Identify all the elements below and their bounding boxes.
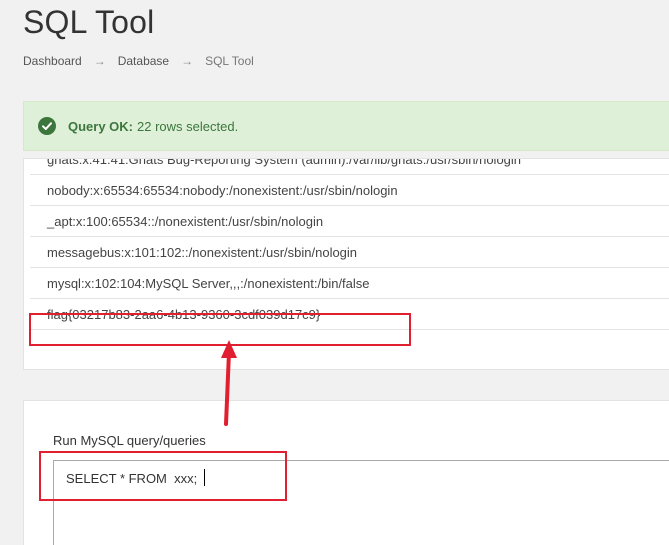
success-alert: Query OK: 22 rows selected. — [23, 101, 669, 151]
query-label: Run MySQL query/queries — [53, 433, 206, 448]
breadcrumb-database[interactable]: Database — [118, 54, 169, 68]
query-highlight-box — [39, 451, 287, 501]
check-circle-icon — [38, 117, 56, 135]
alert-status: Query OK: — [68, 118, 134, 134]
breadcrumb: Dashboard → Database → SQL Tool — [23, 54, 254, 68]
breadcrumb-separator: → — [93, 54, 106, 68]
results-list: gnats:x:41:41:Gnats Bug-Reporting System… — [30, 159, 669, 330]
breadcrumb-current: SQL Tool — [205, 54, 254, 68]
annotation-arrow-icon — [221, 340, 237, 426]
result-row: messagebus:x:101:102::/nonexistent:/usr/… — [30, 237, 669, 268]
result-row: mysql:x:102:104:MySQL Server,,,:/nonexis… — [30, 268, 669, 299]
alert-message: 22 rows selected. — [137, 118, 239, 134]
breadcrumb-dashboard[interactable]: Dashboard — [23, 54, 82, 68]
result-row: gnats:x:41:41:Gnats Bug-Reporting System… — [30, 159, 669, 175]
breadcrumb-separator: → — [181, 54, 194, 68]
result-row: _apt:x:100:65534::/nonexistent:/usr/sbin… — [30, 206, 669, 237]
result-row: nobody:x:65534:65534:nobody:/nonexistent… — [30, 175, 669, 206]
page-title: SQL Tool — [23, 4, 155, 40]
